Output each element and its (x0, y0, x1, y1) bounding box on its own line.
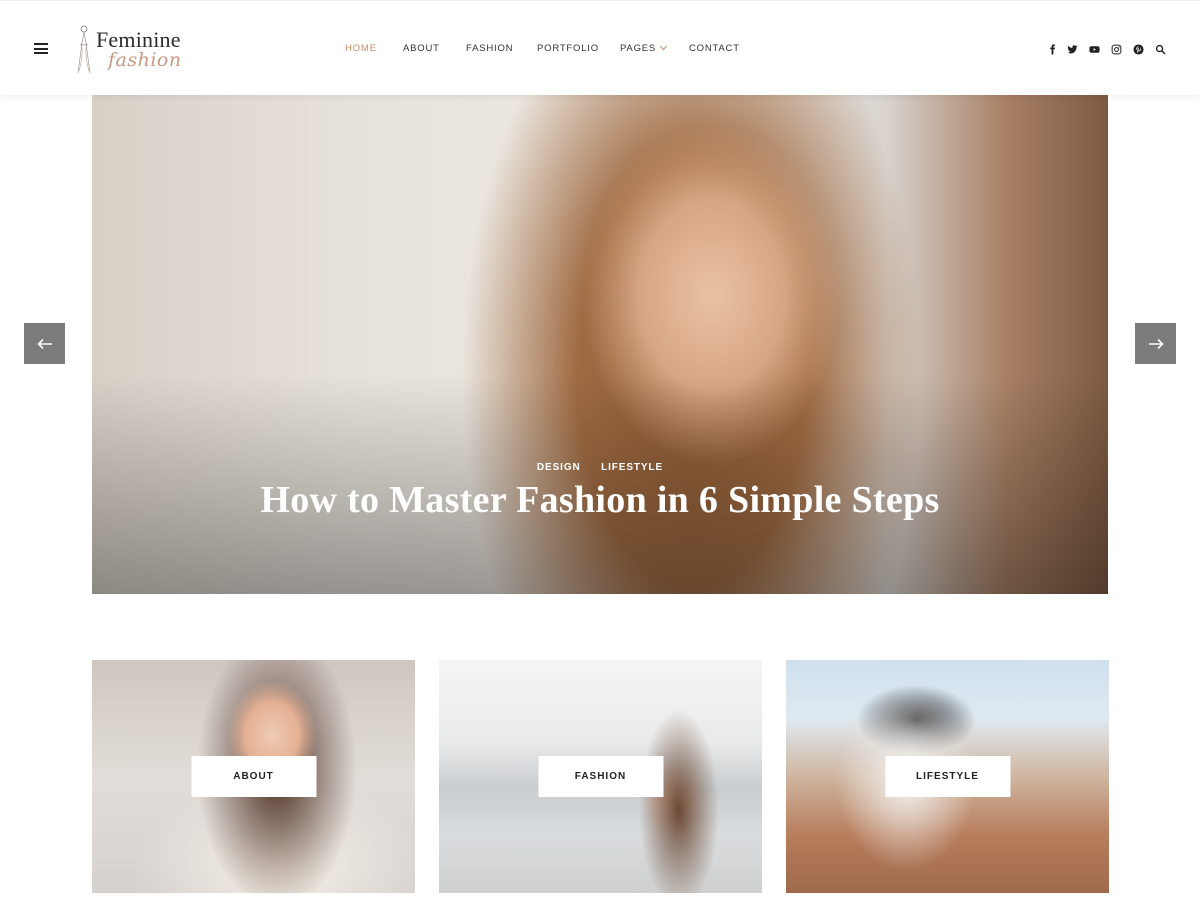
instagram-icon[interactable] (1110, 43, 1122, 55)
hero-category-design[interactable]: DESIGN (537, 462, 581, 473)
logo-figure-icon (77, 25, 91, 74)
youtube-icon[interactable] (1088, 43, 1100, 55)
hero-categories: DESIGN LIFESTYLE (92, 457, 1108, 475)
nav-fashion[interactable]: FASHION (466, 43, 513, 54)
hamburger-menu-icon[interactable] (34, 43, 48, 54)
hero-slider[interactable]: DESIGN LIFESTYLE How to Master Fashion i… (92, 95, 1108, 594)
category-card-lifestyle[interactable]: LIFESTYLE (786, 660, 1109, 893)
category-card-about[interactable]: ABOUT (92, 660, 415, 893)
logo-tagline: fashion (108, 49, 182, 71)
slider-prev-button[interactable] (24, 323, 65, 364)
pinterest-icon[interactable] (1132, 43, 1144, 55)
nav-home[interactable]: HOME (345, 43, 377, 54)
facebook-icon[interactable] (1046, 43, 1058, 55)
nav-portfolio[interactable]: PORTFOLIO (537, 43, 599, 54)
site-header: Feminine fashion HOME ABOUT FASHION PORT… (0, 0, 1200, 95)
arrow-right-icon (1148, 338, 1164, 349)
category-card-label: ABOUT (191, 756, 316, 797)
hero-category-lifestyle[interactable]: LIFESTYLE (601, 462, 663, 473)
nav-contact[interactable]: CONTACT (689, 43, 740, 54)
nav-about[interactable]: ABOUT (403, 43, 440, 54)
site-logo[interactable]: Feminine fashion (66, 21, 196, 77)
arrow-left-icon (36, 338, 52, 349)
social-icons (1046, 43, 1166, 55)
category-card-label: FASHION (538, 756, 663, 797)
hero-title[interactable]: How to Master Fashion in 6 Simple Steps (92, 478, 1108, 522)
chevron-down-icon (659, 42, 668, 51)
nav-pages-label: PAGES (620, 43, 657, 54)
nav-pages[interactable]: PAGES (620, 42, 668, 54)
category-card-label: LIFESTYLE (885, 756, 1010, 797)
slider-next-button[interactable] (1135, 323, 1176, 364)
twitter-icon[interactable] (1066, 43, 1078, 55)
category-card-fashion[interactable]: FASHION (439, 660, 762, 893)
search-icon[interactable] (1154, 43, 1166, 55)
